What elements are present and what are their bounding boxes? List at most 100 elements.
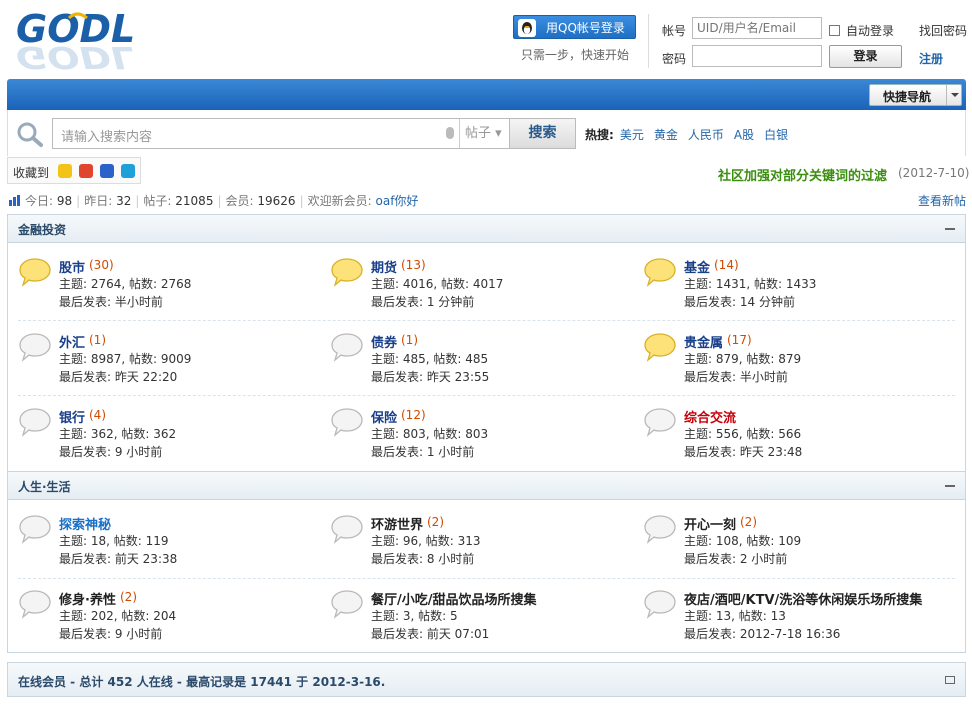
forum-name-link[interactable]: 综合交流 <box>684 407 736 426</box>
today-label: 今日: <box>25 194 54 208</box>
section-finance: 金融投资 股市 (30) 主题: 2764, 帖数: 2768 最后发表: 半小时前 期… <box>7 214 966 472</box>
forum-name-link[interactable]: 期货 <box>371 257 397 276</box>
section-header[interactable]: 人生·生活 <box>8 472 965 500</box>
today-post-count: (4) <box>89 408 106 422</box>
search-box[interactable]: 请输入搜索内容 帖子 ▾ <box>52 118 510 149</box>
section-header[interactable]: 金融投资 <box>8 215 965 243</box>
forum-last-post: 最后发表: 前天 23:38 <box>59 552 178 566</box>
qq-login-button[interactable]: 用QQ帐号登录 <box>513 15 636 39</box>
baidu-icon[interactable] <box>100 164 114 178</box>
forum-item[interactable]: 股市 (30) 主题: 2764, 帖数: 2768 最后发表: 半小时前 <box>18 257 318 327</box>
forum-item[interactable]: 银行 (4) 主题: 362, 帖数: 362 最后发表: 9 小时前 <box>18 407 318 477</box>
forum-item[interactable]: 夜店/酒吧/KTV/洗浴等休闲娱乐场所搜集 主题: 13, 帖数: 13 最后发表:… <box>643 589 943 659</box>
password-input[interactable] <box>692 45 822 67</box>
forum-last-post: 最后发表: 2 小时前 <box>684 552 788 566</box>
view-new-posts-link[interactable]: 查看新帖 <box>918 192 966 209</box>
forum-name-link[interactable]: 夜店/酒吧/KTV/洗浴等休闲娱乐场所搜集 <box>684 589 922 608</box>
hot-term[interactable]: 美元 <box>620 128 644 142</box>
yesterday-count: 32 <box>116 194 132 208</box>
account-input[interactable] <box>692 17 822 39</box>
search-button[interactable]: 搜索 <box>510 118 576 149</box>
today-post-count: (30) <box>89 258 114 272</box>
forum-name-link[interactable]: 修身·养性 <box>59 589 116 608</box>
no-new-posts-bubble-icon <box>18 514 52 544</box>
password-label: 密码 <box>662 52 687 66</box>
quick-nav-button[interactable]: 快捷导航 <box>869 84 962 106</box>
forum-name-link[interactable]: 餐厅/小吃/甜品饮品场所搜集 <box>371 589 537 608</box>
forum-name-link[interactable]: 贵金属 <box>684 332 723 351</box>
hot-term[interactable]: 白银 <box>764 128 788 142</box>
forum-topics: 主题: 556, 帖数: 566 <box>684 427 802 441</box>
forum-item[interactable]: 探索神秘 主题: 18, 帖数: 119 最后发表: 前天 23:38 <box>18 514 318 584</box>
forum-item[interactable]: 修身·养性 (2) 主题: 202, 帖数: 204 最后发表: 9 小时前 <box>18 589 318 659</box>
online-members-bar[interactable]: 在线会员 - 总计 452 人在线 - 最高记录是 17441 于 2012-3… <box>7 662 966 697</box>
forum-name-link[interactable]: 保险 <box>371 407 397 426</box>
forum-item[interactable]: 环游世界 (2) 主题: 96, 帖数: 313 最后发表: 8 小时前 <box>330 514 630 584</box>
forum-topics: 主题: 485, 帖数: 485 <box>371 352 489 366</box>
forum-item[interactable]: 保险 (12) 主题: 803, 帖数: 803 最后发表: 1 小时前 <box>330 407 630 477</box>
forum-name-link[interactable]: 环游世界 <box>371 514 423 533</box>
no-new-posts-bubble-icon <box>643 407 677 437</box>
forum-item[interactable]: 基金 (14) 主题: 1431, 帖数: 1433 最后发表: 14 分钟前 <box>643 257 943 327</box>
new-posts-bubble-icon <box>330 257 364 287</box>
forum-stats: 今日: 98 | 昨日: 32 | 帖子: 21085 | 会员: 19626 | 欢迎新会员:… <box>9 192 418 209</box>
auto-login-checkbox[interactable] <box>829 25 840 36</box>
forum-topics: 主题: 879, 帖数: 879 <box>684 352 802 366</box>
expand-icon[interactable] <box>945 676 955 684</box>
forum-topics: 主题: 202, 帖数: 204 <box>59 609 177 623</box>
forum-name-link[interactable]: 债券 <box>371 332 397 351</box>
stats-chart-icon <box>9 195 20 206</box>
qq-penguin-icon <box>518 19 536 37</box>
online-members-text: 在线会员 - 总计 452 人在线 - 最高记录是 17441 于 2012-3… <box>18 675 386 689</box>
qzone-icon[interactable] <box>58 164 72 178</box>
forum-last-post: 最后发表: 14 分钟前 <box>684 295 795 309</box>
forum-topics: 主题: 2764, 帖数: 2768 <box>59 277 192 291</box>
section-title: 金融投资 <box>18 223 67 237</box>
forum-last-post: 最后发表: 前天 07:01 <box>371 627 490 641</box>
search-input[interactable]: 请输入搜索内容 <box>61 126 152 145</box>
new-posts-bubble-icon <box>18 257 52 287</box>
weibo-icon[interactable] <box>79 164 93 178</box>
site-logo[interactable]: GODL GODL <box>14 6 134 72</box>
collapse-icon[interactable] <box>945 228 955 230</box>
forum-item[interactable]: 综合交流 主题: 556, 帖数: 566 最后发表: 昨天 23:48 <box>643 407 943 477</box>
forum-name-link[interactable]: 基金 <box>684 257 710 276</box>
forum-item[interactable]: 餐厅/小吃/甜品饮品场所搜集 主题: 3, 帖数: 5 最后发表: 前天 07:01 <box>330 589 630 659</box>
today-post-count: (12) <box>401 408 426 422</box>
pengyou-icon[interactable] <box>121 164 135 178</box>
hot-term[interactable]: 人民币 <box>688 128 724 142</box>
forum-last-post: 最后发表: 9 小时前 <box>59 445 163 459</box>
no-new-posts-bubble-icon <box>330 407 364 437</box>
main-nav-bar <box>7 79 966 110</box>
login-button[interactable]: 登录 <box>829 45 902 68</box>
search-icon <box>17 122 43 147</box>
announcement-link[interactable]: 社区加强对部分关键词的过滤 <box>718 165 887 184</box>
collapse-icon[interactable] <box>945 485 955 487</box>
microphone-icon[interactable] <box>446 127 454 139</box>
new-member-link[interactable]: oaf你好 <box>376 194 419 208</box>
new-posts-bubble-icon <box>643 257 677 287</box>
forum-item[interactable]: 期货 (13) 主题: 4016, 帖数: 4017 最后发表: 1 分钟前 <box>330 257 630 327</box>
search-scope-select[interactable]: 帖子 ▾ <box>459 119 511 148</box>
register-link[interactable]: 注册 <box>919 50 943 67</box>
forum-name-link[interactable]: 开心一刻 <box>684 514 736 533</box>
qq-login-label: 用QQ帐号登录 <box>546 21 625 35</box>
section-life: 人生·生活 探索神秘 主题: 18, 帖数: 119 最后发表: 前天 23:38 环… <box>7 471 966 653</box>
forum-name-link[interactable]: 外汇 <box>59 332 85 351</box>
forum-last-post: 最后发表: 昨天 23:48 <box>684 445 803 459</box>
hot-term[interactable]: A股 <box>734 128 754 142</box>
hot-term[interactable]: 黄金 <box>654 128 678 142</box>
bookmark-label: 收藏到 <box>13 166 50 180</box>
forum-item[interactable]: 贵金属 (17) 主题: 879, 帖数: 879 最后发表: 半小时前 <box>643 332 943 402</box>
no-new-posts-bubble-icon <box>18 332 52 362</box>
forum-name-link[interactable]: 探索神秘 <box>59 514 111 533</box>
forum-item[interactable]: 外汇 (1) 主题: 8987, 帖数: 9009 最后发表: 昨天 22:20 <box>18 332 318 402</box>
forum-item[interactable]: 开心一刻 (2) 主题: 108, 帖数: 109 最后发表: 2 小时前 <box>643 514 943 584</box>
forum-last-post: 最后发表: 半小时前 <box>684 370 788 384</box>
forum-name-link[interactable]: 股市 <box>59 257 85 276</box>
forum-last-post: 最后发表: 1 分钟前 <box>371 295 475 309</box>
forum-name-link[interactable]: 银行 <box>59 407 85 426</box>
svg-text:GODL: GODL <box>16 39 134 72</box>
forum-item[interactable]: 债券 (1) 主题: 485, 帖数: 485 最后发表: 昨天 23:55 <box>330 332 630 402</box>
forgot-password-link[interactable]: 找回密码 <box>919 22 967 39</box>
